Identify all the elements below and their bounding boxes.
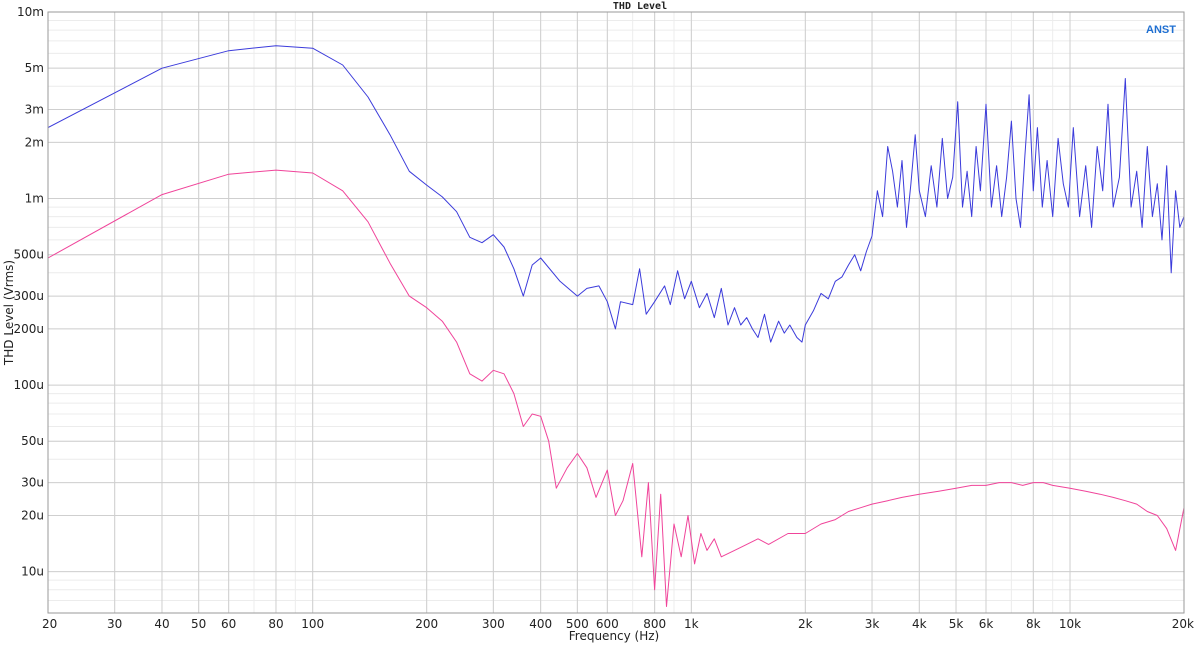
y-tick-label: 2m (25, 135, 44, 149)
x-tick-label: 1k (684, 617, 699, 631)
x-tick-label: 8k (1026, 617, 1041, 631)
x-tick-label: 40 (154, 617, 169, 631)
x-tick-label: 80 (268, 617, 283, 631)
y-tick-label: 100u (13, 378, 44, 392)
y-tick-label: 1m (25, 192, 44, 206)
y-tick-label: 30u (21, 476, 44, 490)
y-tick-label: 200u (13, 322, 44, 336)
y-tick-label: 3m (25, 103, 44, 117)
y-tick-label: 10u (21, 565, 44, 579)
y-tick-label: 10m (17, 5, 44, 19)
y-tick-label: 500u (13, 248, 44, 262)
x-tick-label: 3k (865, 617, 880, 631)
x-tick-label: 20 (42, 617, 57, 631)
chart-canvas: 20 30 40 50 60 80 100 200 300 400 500 600 800 1k 2k 3k 4… (2, 1, 1194, 643)
x-tick-label: 10k (1059, 617, 1081, 631)
x-tick-label: 400 (529, 617, 552, 631)
x-tick-label: 2k (798, 617, 813, 631)
x-tick-label: 4k (912, 617, 927, 631)
y-tick-label: 5m (25, 61, 44, 75)
x-tick-label: 20k (1172, 617, 1194, 631)
brand-logo-text: ANST (1146, 24, 1176, 36)
x-tick-label: 300 (482, 617, 505, 631)
chart-title: THD Level (613, 1, 667, 12)
x-tick-label: 50 (191, 617, 206, 631)
x-axis-title: Frequency (Hz) (569, 629, 660, 643)
x-tick-label: 30 (107, 617, 122, 631)
y-tick-labels: 10u 20u 30u 50u 100u 200u 300u 500u 1m 2m 3m 5m 10m (13, 5, 44, 579)
plot-area (48, 12, 1184, 613)
x-tick-label: 100 (301, 617, 324, 631)
x-tick-label: 6k (979, 617, 994, 631)
x-tick-label: 5k (949, 617, 964, 631)
x-tick-label: 200 (415, 617, 438, 631)
x-tick-label: 60 (221, 617, 236, 631)
y-tick-label: 20u (21, 508, 44, 522)
thd-chart: 20 30 40 50 60 80 100 200 300 400 500 600 800 1k 2k 3k 4… (0, 0, 1200, 647)
y-axis-title: THD Level (Vrms) (2, 260, 16, 366)
y-tick-label: 50u (21, 434, 44, 448)
y-tick-label: 300u (13, 289, 44, 303)
